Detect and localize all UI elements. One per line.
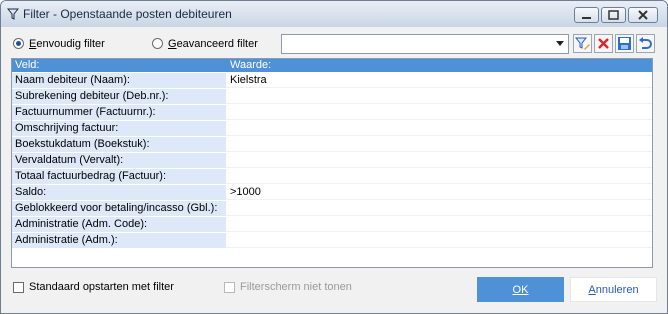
- advanced-filter-option[interactable]: Geavanceerd filter: [152, 36, 272, 54]
- filter-field-label: Boekstukdatum (Boekstuk):: [12, 137, 226, 152]
- filter-value-cell[interactable]: [226, 105, 652, 120]
- minimize-button[interactable]: [574, 7, 599, 23]
- filter-row: Factuurnummer (Factuurnr.):: [12, 105, 652, 121]
- filter-grid: Veld: Waarde: Naam debiteur (Naam): Kiels…: [11, 58, 653, 268]
- ok-button[interactable]: OK: [477, 277, 564, 302]
- filter-value-cell[interactable]: >1000: [226, 185, 652, 200]
- title-bar: Filter - Openstaande posten debiteuren: [1, 1, 667, 27]
- window-title: Filter - Openstaande posten debiteuren: [23, 7, 232, 21]
- cancel-button-label: Annuleren: [588, 284, 639, 296]
- funnel-icon: [7, 8, 19, 20]
- filter-value-cell[interactable]: [226, 121, 652, 136]
- start-with-filter-label: Standaard opstarten met filter: [29, 281, 174, 293]
- chevron-down-icon: [556, 41, 564, 46]
- cancel-button[interactable]: Annuleren: [570, 277, 657, 302]
- filter-row: Subrekening debiteur (Deb.nr.):: [12, 89, 652, 105]
- simple-filter-radio[interactable]: [13, 38, 24, 49]
- simple-filter-option[interactable]: Eenvoudig filter: [13, 36, 143, 54]
- hide-filter-label: Filterscherm niet tonen: [240, 281, 352, 293]
- filter-field-label: Administratie (Adm.):: [12, 233, 226, 248]
- filter-field-label: Factuurnummer (Factuurnr.):: [12, 105, 226, 120]
- column-header-value: Waarde:: [230, 59, 272, 71]
- filter-row: Administratie (Adm.):: [12, 233, 652, 249]
- advanced-filter-radio[interactable]: [152, 38, 163, 49]
- filter-row: Boekstukdatum (Boekstuk):: [12, 137, 652, 153]
- filter-value-cell[interactable]: [226, 137, 652, 152]
- delete-icon: [598, 38, 609, 49]
- save-filter-button[interactable]: [615, 34, 634, 53]
- undo-icon: [639, 37, 652, 49]
- maximize-icon: [608, 10, 619, 20]
- start-with-filter-checkbox[interactable]: [13, 282, 24, 293]
- edit-filter-icon: [574, 37, 590, 50]
- close-button[interactable]: [628, 7, 658, 23]
- filter-value-cell[interactable]: [226, 89, 652, 104]
- filter-row: Administratie (Adm. Code):: [12, 217, 652, 233]
- filter-value-cell[interactable]: Kielstra: [226, 73, 652, 88]
- filter-value-cell[interactable]: [226, 201, 652, 216]
- grid-header: Veld: Waarde:: [12, 59, 652, 72]
- advanced-filter-label: Geavanceerd filter: [168, 38, 258, 50]
- filter-value-cell[interactable]: [226, 217, 652, 232]
- close-icon: [638, 10, 648, 20]
- filter-value-cell[interactable]: [226, 169, 652, 184]
- edit-filter-button[interactable]: [573, 34, 592, 53]
- column-header-field: Veld:: [15, 59, 40, 71]
- ok-button-label: OK: [512, 284, 529, 296]
- filter-value-cell[interactable]: [226, 153, 652, 168]
- filter-field-label: Subrekening debiteur (Deb.nr.):: [12, 89, 226, 104]
- filter-row: Totaal factuurbedrag (Factuur):: [12, 169, 652, 185]
- filter-row: Naam debiteur (Naam): Kielstra: [12, 73, 652, 89]
- saved-filter-select[interactable]: [281, 34, 569, 54]
- filter-row: Vervaldatum (Vervalt):: [12, 153, 652, 169]
- simple-filter-label: Eenvoudig filter: [29, 38, 105, 50]
- filter-field-label: Totaal factuurbedrag (Factuur):: [12, 169, 226, 184]
- filter-field-label: Administratie (Adm. Code):: [12, 217, 226, 232]
- maximize-button[interactable]: [601, 7, 626, 23]
- filter-value-cell[interactable]: [226, 233, 652, 248]
- filter-row: Geblokkeerd voor betaling/incasso (Gbl.)…: [12, 201, 652, 217]
- delete-filter-button[interactable]: [594, 34, 613, 53]
- filter-row: Omschrijving factuur:: [12, 121, 652, 137]
- filter-field-label: Geblokkeerd voor betaling/incasso (Gbl.)…: [12, 201, 226, 216]
- hide-filter-checkbox[interactable]: [224, 282, 235, 293]
- filter-field-label: Saldo:: [12, 185, 226, 200]
- filter-dialog: Filter - Openstaande posten debiteuren E…: [0, 0, 668, 314]
- undo-button[interactable]: [636, 34, 655, 53]
- filter-field-label: Vervaldatum (Vervalt):: [12, 153, 226, 168]
- filter-field-label: Naam debiteur (Naam):: [12, 73, 226, 88]
- save-icon: [618, 37, 631, 50]
- filter-field-label: Omschrijving factuur:: [12, 121, 226, 136]
- filter-row: Saldo: >1000: [12, 185, 652, 201]
- minimize-icon: [582, 17, 591, 19]
